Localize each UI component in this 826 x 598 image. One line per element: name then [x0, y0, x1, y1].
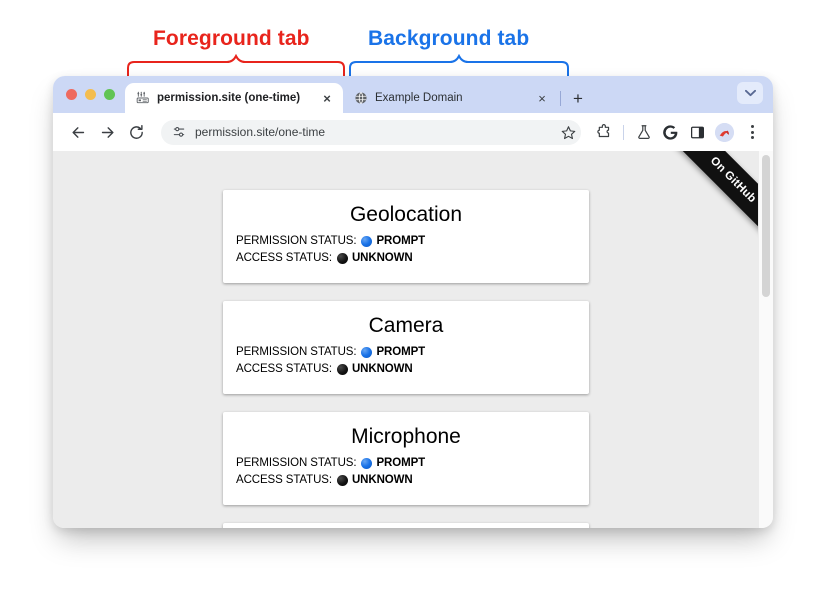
access-status-label: ACCESS STATUS:	[236, 474, 332, 486]
background-tab-annotation-label: Background tab	[368, 27, 530, 50]
access-status-dot	[336, 363, 348, 375]
access-status-label: ACCESS STATUS:	[236, 363, 332, 375]
split-pane-icon	[690, 126, 704, 138]
permission-card-microphone[interactable]: Microphone PERMISSION STATUS: PROMPT ACC…	[223, 412, 589, 505]
globe-icon	[353, 91, 368, 106]
forward-button[interactable]	[94, 119, 121, 146]
bookmark-button[interactable]	[555, 120, 581, 144]
close-window-button[interactable]	[66, 89, 77, 100]
page-scrollbar[interactable]	[758, 151, 773, 528]
tab-divider	[560, 91, 561, 106]
access-status-value: UNKNOWN	[351, 252, 413, 264]
permission-card-geolocation[interactable]: Geolocation PERMISSION STATUS: PROMPT AC…	[223, 190, 589, 283]
three-dot-menu-button[interactable]	[742, 120, 762, 145]
permission-status-value: PROMPT	[376, 457, 426, 469]
extensions-button[interactable]	[591, 120, 616, 145]
permission-status-dot	[361, 235, 373, 247]
permission-status-label: PERMISSION STATUS:	[236, 457, 357, 469]
permission-status-row: PERMISSION STATUS: PROMPT	[223, 346, 589, 358]
access-status-value: UNKNOWN	[351, 474, 413, 486]
menu-dot	[750, 125, 754, 128]
permission-status-dot	[361, 457, 373, 469]
tab-permission-site[interactable]: permission.site (one-time) ×	[125, 83, 343, 113]
access-status-label: ACCESS STATUS:	[236, 252, 332, 264]
reload-button[interactable]	[123, 119, 150, 146]
permission-status-row: PERMISSION STATUS: PROMPT	[223, 235, 589, 247]
tab-title: Example Domain	[375, 92, 463, 104]
tab-strip: permission.site (one-time) × Example Dom…	[53, 76, 773, 113]
toolbar-divider	[623, 124, 624, 140]
menu-dot	[750, 130, 754, 134]
permission-sliders-icon	[135, 91, 150, 106]
puzzle-piece-icon	[596, 124, 609, 138]
page-scrollbar-thumb[interactable]	[762, 155, 770, 297]
permission-status-row: PERMISSION STATUS: PROMPT	[223, 457, 589, 469]
foreground-tab-annotation-label: Foreground tab	[153, 27, 310, 50]
window-controls	[63, 76, 125, 113]
close-tab-button[interactable]: ×	[319, 90, 335, 106]
flask-icon	[637, 125, 650, 139]
url-text[interactable]: permission.site/one-time	[195, 125, 572, 139]
arrow-right-icon	[101, 126, 114, 138]
permission-status-dot	[361, 346, 373, 358]
permission-status-label: PERMISSION STATUS:	[236, 235, 357, 247]
permission-cards-list: Geolocation PERMISSION STATUS: PROMPT AC…	[223, 190, 589, 528]
minimize-window-button[interactable]	[85, 89, 96, 100]
profile-avatar-button[interactable]	[715, 122, 734, 142]
google-g-icon	[663, 124, 678, 140]
experiments-button[interactable]	[631, 120, 656, 145]
back-button[interactable]	[65, 119, 92, 146]
chevron-down-icon	[744, 89, 756, 97]
star-icon	[561, 125, 575, 139]
access-status-row: ACCESS STATUS: UNKNOWN	[223, 474, 589, 486]
tab-search-button[interactable]	[737, 82, 763, 104]
permission-status-label: PERMISSION STATUS:	[236, 346, 357, 358]
access-status-value: UNKNOWN	[351, 363, 413, 375]
permission-card-partial[interactable]: PERMISSION STATUS:	[223, 523, 589, 528]
permission-card-camera[interactable]: Camera PERMISSION STATUS: PROMPT ACCESS …	[223, 301, 589, 394]
card-title: Camera	[368, 314, 444, 337]
browser-window: permission.site (one-time) × Example Dom…	[53, 76, 773, 528]
google-button[interactable]	[658, 120, 683, 145]
access-status-dot	[336, 474, 348, 486]
tab-example-domain[interactable]: Example Domain ×	[343, 83, 558, 113]
permission-status-value: PROMPT	[376, 346, 426, 358]
page-content-viewport: On GitHub Geolocation PERMISSION STATUS:…	[53, 151, 773, 528]
github-ribbon[interactable]: On GitHub	[662, 151, 773, 251]
new-tab-button[interactable]: +	[567, 87, 589, 109]
card-title: Geolocation	[349, 203, 463, 226]
access-status-row: ACCESS STATUS: UNKNOWN	[223, 363, 589, 375]
access-status-row: ACCESS STATUS: UNKNOWN	[223, 252, 589, 264]
menu-dot	[750, 136, 754, 139]
close-tab-button[interactable]: ×	[534, 90, 550, 106]
maximize-window-button[interactable]	[104, 89, 115, 100]
tab-title: permission.site (one-time)	[157, 92, 301, 104]
reload-icon	[130, 124, 143, 139]
side-panel-button[interactable]	[685, 120, 710, 145]
permission-status-value: PROMPT	[376, 235, 426, 247]
access-status-dot	[336, 252, 348, 264]
card-title: Microphone	[351, 425, 461, 448]
arrow-left-icon	[72, 126, 85, 138]
github-ribbon-label: On GitHub	[707, 154, 759, 206]
profile-avatar-icon	[715, 122, 734, 142]
site-settings-icon[interactable]	[172, 125, 186, 139]
browser-toolbar: permission.site/one-time	[53, 113, 773, 151]
address-bar[interactable]: permission.site/one-time	[161, 119, 581, 145]
